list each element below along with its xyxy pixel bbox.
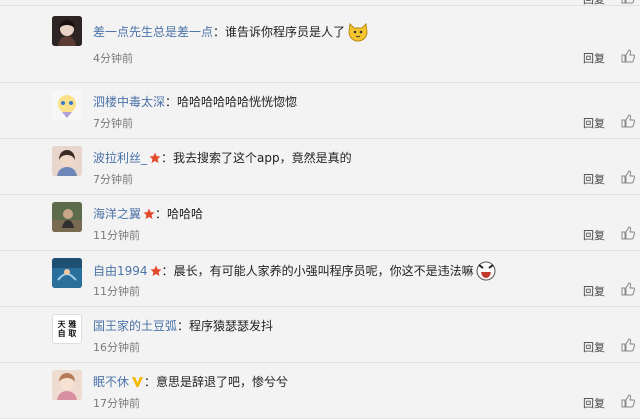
- comment-text: 意思是辞退了吧，惨兮兮: [156, 375, 289, 389]
- avatar[interactable]: [52, 146, 82, 176]
- thumbs-up-icon[interactable]: [621, 114, 635, 128]
- comment-line: 波拉利丝_ ：我去搜索了这个app，竟然是真的: [93, 151, 352, 167]
- timestamp: 17分钟前: [93, 397, 140, 410]
- reply-button[interactable]: 回复: [583, 395, 605, 411]
- comment-item: 天 雅 自 取 国王家的土豆弧：程序猿瑟瑟发抖 16分钟前 回复: [0, 307, 640, 363]
- comment-item: 自由1994 ：晨长，有可能人家养的小强叫程序员呢，你这不是违法嘛 11分钟前 回…: [0, 251, 640, 307]
- comment-item: 眠不休 ：意思是辞退了吧，惨兮兮 17分钟前 回复: [0, 363, 640, 419]
- comment-line: 海洋之翼 ：哈哈哈: [93, 207, 204, 223]
- thumbs-up-icon[interactable]: [621, 338, 635, 352]
- avatar[interactable]: [52, 16, 82, 46]
- reply-button[interactable]: 回复: [583, 339, 605, 355]
- comment-text: 晨长，有可能人家养的小强叫程序员呢，你这不是违法嘛: [173, 264, 474, 278]
- username-link[interactable]: 波拉利丝_: [93, 151, 147, 165]
- timestamp: 4分钟前: [93, 52, 133, 65]
- username-link[interactable]: 眠不休: [93, 375, 129, 389]
- comment-line: 国王家的土豆弧：程序猿瑟瑟发抖: [93, 319, 274, 333]
- avatar[interactable]: [52, 202, 82, 232]
- thumbs-up-icon[interactable]: [621, 0, 635, 4]
- v-badge-icon: [131, 376, 144, 391]
- laughing-face-icon: [476, 261, 496, 284]
- star-badge-icon: [150, 265, 162, 280]
- comment-line: 眠不休 ：意思是辞退了吧，惨兮兮: [93, 375, 289, 391]
- timestamp: 16分钟前: [93, 341, 140, 354]
- avatar[interactable]: [52, 370, 82, 400]
- avatar[interactable]: 天 雅 自 取: [52, 314, 82, 344]
- username-link[interactable]: 国王家的土豆弧: [93, 319, 177, 333]
- comment-text: 我去搜索了这个app，竟然是真的: [173, 151, 352, 165]
- reply-button[interactable]: 回复: [583, 171, 605, 187]
- username-link[interactable]: 泗楼中毒太深: [93, 95, 165, 109]
- comment-item: 波拉利丝_ ：我去搜索了这个app，竟然是真的 7分钟前 回复: [0, 139, 640, 195]
- avatar-calligraphy-text: 天 雅 自 取: [57, 320, 77, 338]
- reply-button[interactable]: 回复: [583, 227, 605, 243]
- comment-text: 谁告诉你程序员是人了: [225, 25, 346, 39]
- comment-line: 泗楼中毒太深：哈哈哈哈哈哈恍恍惚惚: [93, 95, 298, 109]
- avatar[interactable]: [52, 258, 82, 288]
- star-badge-icon: [143, 208, 155, 223]
- thumbs-up-icon[interactable]: [621, 49, 635, 63]
- timestamp: 7分钟前: [93, 173, 133, 186]
- thumbs-up-icon[interactable]: [621, 226, 635, 240]
- reply-button[interactable]: 回复: [583, 115, 605, 131]
- avatar[interactable]: [52, 90, 82, 120]
- reply-button[interactable]: 回复: [583, 283, 605, 299]
- thumbs-up-icon[interactable]: [621, 170, 635, 184]
- comment-list: 回复 差一点先生总是差一点：谁告诉你程序员是人了 4分钟前 回复 泗楼中毒太深：…: [0, 0, 640, 419]
- timestamp: 11分钟前: [93, 229, 140, 242]
- username-link[interactable]: 差一点先生总是差一点: [93, 25, 213, 39]
- comment-text: 哈哈哈哈哈哈恍恍惚惚: [177, 95, 298, 109]
- comment-item: 泗楼中毒太深：哈哈哈哈哈哈恍恍惚惚 7分钟前 回复: [0, 83, 640, 139]
- thumbs-up-icon[interactable]: [621, 394, 635, 408]
- comment-text: 程序猿瑟瑟发抖: [189, 319, 274, 333]
- cat-face-icon: [347, 20, 369, 45]
- star-badge-icon: [149, 152, 161, 167]
- timestamp: 11分钟前: [93, 285, 140, 298]
- thumbs-up-icon[interactable]: [621, 282, 635, 296]
- timestamp: 7分钟前: [93, 117, 133, 130]
- comment-text: 哈哈哈: [167, 207, 204, 221]
- comment-item: 海洋之翼 ：哈哈哈 11分钟前 回复: [0, 195, 640, 251]
- username-link[interactable]: 自由1994: [93, 264, 148, 278]
- comment-line: 差一点先生总是差一点：谁告诉你程序员是人了: [93, 20, 369, 45]
- username-link[interactable]: 海洋之翼: [93, 207, 141, 221]
- reply-button[interactable]: 回复: [583, 50, 605, 66]
- comment-line: 自由1994 ：晨长，有可能人家养的小强叫程序员呢，你这不是违法嘛: [93, 261, 496, 284]
- comment-item: 差一点先生总是差一点：谁告诉你程序员是人了 4分钟前 回复: [0, 6, 640, 83]
